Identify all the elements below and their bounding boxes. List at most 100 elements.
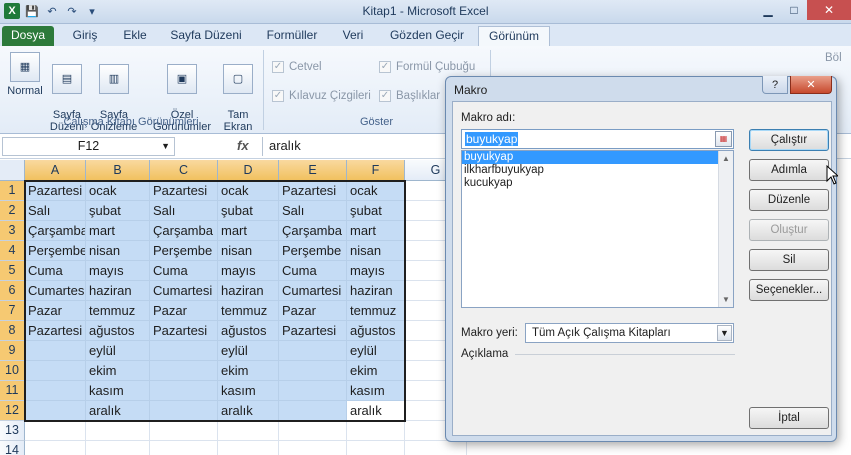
list-item[interactable]: buyukyap — [462, 151, 718, 164]
insert-function-icon[interactable]: fx — [237, 138, 249, 153]
cell[interactable]: kasım — [218, 381, 279, 401]
cell[interactable]: kasım — [86, 381, 150, 401]
row-header[interactable]: 4 — [0, 241, 25, 261]
headings-checkbox[interactable]: ✓ Başlıklar — [379, 90, 440, 102]
macro-location-select[interactable]: Tüm Açık Çalışma Kitapları ▼ — [525, 323, 734, 343]
cell[interactable]: Pazartesi — [279, 181, 347, 201]
create-button[interactable]: Oluştur — [749, 219, 829, 241]
cell[interactable]: ağustos — [347, 321, 405, 341]
cell[interactable] — [25, 421, 86, 441]
row-header[interactable]: 10 — [0, 361, 25, 381]
options-button[interactable]: Seçenekler... — [749, 279, 829, 301]
cell[interactable] — [25, 341, 86, 361]
cell[interactable]: mart — [347, 221, 405, 241]
cell[interactable]: mart — [86, 221, 150, 241]
cell[interactable]: eylül — [86, 341, 150, 361]
cell[interactable]: eylül — [347, 341, 405, 361]
cancel-button[interactable]: İptal — [749, 407, 829, 429]
cell[interactable]: nisan — [86, 241, 150, 261]
cell[interactable] — [150, 381, 218, 401]
cell[interactable]: Perşembe — [25, 241, 86, 261]
cell[interactable]: haziran — [86, 281, 150, 301]
cell[interactable] — [25, 361, 86, 381]
cell[interactable]: mayıs — [218, 261, 279, 281]
cell[interactable]: temmuz — [218, 301, 279, 321]
cell[interactable]: mart — [218, 221, 279, 241]
cell[interactable]: ekim — [218, 361, 279, 381]
cell[interactable]: şubat — [86, 201, 150, 221]
cell[interactable]: eylül — [218, 341, 279, 361]
cell[interactable]: Salı — [25, 201, 86, 221]
row-header[interactable]: 12 — [0, 401, 25, 421]
chevron-down-icon[interactable]: ▼ — [717, 325, 732, 341]
cell[interactable]: mayıs — [347, 261, 405, 281]
cell[interactable]: kasım — [347, 381, 405, 401]
close-window-icon[interactable]: ✕ — [807, 0, 851, 20]
cell[interactable] — [279, 381, 347, 401]
cell[interactable]: Pazartesi — [25, 181, 86, 201]
row-header[interactable]: 7 — [0, 301, 25, 321]
cell[interactable] — [86, 421, 150, 441]
column-header[interactable]: B — [86, 160, 150, 181]
normal-view-button[interactable]: ▦ Normal — [4, 52, 46, 97]
cell[interactable]: aralık — [86, 401, 150, 421]
formula-bar-checkbox[interactable]: ✓ Formül Çubuğu — [379, 61, 475, 73]
help-icon[interactable]: ? — [762, 76, 788, 94]
cell[interactable]: ekim — [347, 361, 405, 381]
cell[interactable]: Çarşamba — [150, 221, 218, 241]
row-header[interactable]: 1 — [0, 181, 25, 201]
row-header[interactable]: 14 — [0, 441, 25, 455]
row-header[interactable]: 6 — [0, 281, 25, 301]
cell[interactable]: Perşembe — [150, 241, 218, 261]
row-header[interactable]: 3 — [0, 221, 25, 241]
tab-giris[interactable]: Giriş — [60, 26, 110, 46]
tab-formuller[interactable]: Formüller — [258, 26, 326, 46]
cell[interactable]: nisan — [218, 241, 279, 261]
macro-name-input[interactable]: buyukyap ▦ — [461, 129, 734, 149]
gridlines-checkbox[interactable]: ✓ Kılavuz Çizgileri — [272, 90, 371, 102]
step-into-button[interactable]: Adımla — [749, 159, 829, 181]
cell[interactable]: şubat — [218, 201, 279, 221]
cell[interactable]: Pazartesi — [25, 321, 86, 341]
tab-sayfa-duzeni[interactable]: Sayfa Düzeni — [160, 26, 252, 46]
row-header[interactable]: 8 — [0, 321, 25, 341]
cell[interactable]: nisan — [347, 241, 405, 261]
column-header[interactable]: A — [25, 160, 86, 181]
row-header[interactable]: 9 — [0, 341, 25, 361]
cell[interactable] — [279, 401, 347, 421]
cell[interactable] — [150, 361, 218, 381]
cell[interactable] — [25, 441, 86, 455]
cell[interactable] — [150, 441, 218, 455]
cell[interactable]: haziran — [218, 281, 279, 301]
name-box[interactable]: F12 ▼ — [2, 137, 175, 156]
cell[interactable]: Pazar — [150, 301, 218, 321]
column-header[interactable]: C — [150, 160, 218, 181]
cell[interactable]: Çarşamba — [279, 221, 347, 241]
cell[interactable]: ağustos — [218, 321, 279, 341]
edit-button[interactable]: Düzenle — [749, 189, 829, 211]
cell[interactable]: Pazartesi — [150, 181, 218, 201]
macro-list[interactable]: buyukyap ilkharfbuyukyap kucukyap ▲ ▼ — [461, 150, 734, 308]
cell[interactable] — [347, 441, 405, 455]
cell[interactable]: ocak — [347, 181, 405, 201]
cell[interactable] — [86, 441, 150, 455]
cell[interactable] — [218, 441, 279, 455]
cell[interactable] — [279, 361, 347, 381]
cell[interactable]: aralık — [218, 401, 279, 421]
cell[interactable]: temmuz — [86, 301, 150, 321]
cell[interactable]: şubat — [347, 201, 405, 221]
row-header[interactable]: 11 — [0, 381, 25, 401]
column-header[interactable]: E — [279, 160, 347, 181]
cell[interactable] — [25, 401, 86, 421]
cell[interactable]: Cumartesi — [279, 281, 347, 301]
cell[interactable]: haziran — [347, 281, 405, 301]
cell[interactable]: Salı — [150, 201, 218, 221]
cell[interactable]: Cuma — [279, 261, 347, 281]
scroll-up-icon[interactable]: ▲ — [719, 151, 733, 166]
cell[interactable]: mayıs — [86, 261, 150, 281]
scroll-down-icon[interactable]: ▼ — [719, 292, 733, 307]
cell[interactable]: temmuz — [347, 301, 405, 321]
column-header[interactable]: F — [347, 160, 405, 181]
tab-gorunum[interactable]: Görünüm — [478, 26, 550, 46]
maximize-icon[interactable]: □ — [781, 0, 807, 20]
